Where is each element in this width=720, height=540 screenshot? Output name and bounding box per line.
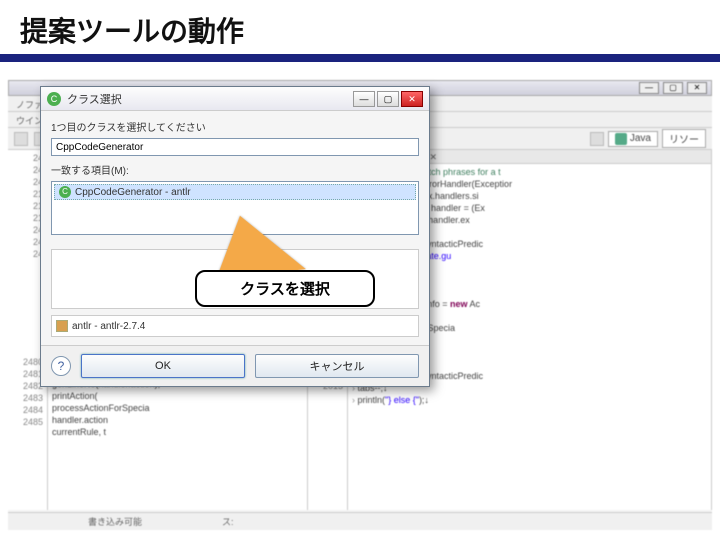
dialog-instruction-label: 1つ目のクラスを選択してください [51,119,419,134]
ide-statusbar: 書き込み可能 ス: [8,512,712,530]
class-search-input[interactable] [51,138,419,156]
package-icon [56,320,68,332]
status-insert: ス: [222,515,234,528]
title-underline [0,54,720,62]
ide-minimize-button[interactable]: — [639,82,659,94]
dialog-titlebar[interactable]: C クラス選択 — ▢ ✕ [41,87,429,111]
dialog-close-button[interactable]: ✕ [401,91,423,107]
dialog-title: クラス選択 [67,91,353,107]
perspective-resource[interactable]: リソー [662,129,706,148]
ide-window-controls: — ▢ ✕ [639,82,707,94]
class-icon: C [59,186,71,198]
toolbar-icon[interactable] [14,132,28,146]
annotation-callout: クラスを選択 [195,270,375,307]
match-list-item-label: CppCodeGenerator - antlr [75,187,191,198]
match-items-label: 一致する項目(M): [51,162,419,177]
ide-maximize-button[interactable]: ▢ [663,82,683,94]
slide-title: 提案ツールの動作 [0,0,720,54]
cancel-button[interactable]: キャンセル [255,354,419,378]
dialog-maximize-button[interactable]: ▢ [377,91,399,107]
perspective-switcher-icon[interactable] [590,132,604,146]
match-list-item[interactable]: C CppCodeGenerator - antlr [54,184,416,200]
status-writable: 書き込み可能 [88,515,142,528]
package-indicator: antlr - antlr-2.7.4 [51,315,419,337]
perspective-java[interactable]: Java [608,131,658,147]
package-label: antlr - antlr-2.7.4 [72,321,145,332]
callout-arrow-icon [210,209,306,278]
ide-close-button[interactable]: ✕ [687,82,707,94]
perspective-java-label: Java [630,133,651,144]
help-button[interactable]: ? [51,356,71,376]
class-icon: C [47,92,61,106]
dialog-minimize-button[interactable]: — [353,91,375,107]
java-icon [615,133,627,145]
callout-bubble: クラスを選択 [195,270,375,307]
ok-button[interactable]: OK [81,354,245,378]
dialog-window-controls: — ▢ ✕ [353,91,423,107]
